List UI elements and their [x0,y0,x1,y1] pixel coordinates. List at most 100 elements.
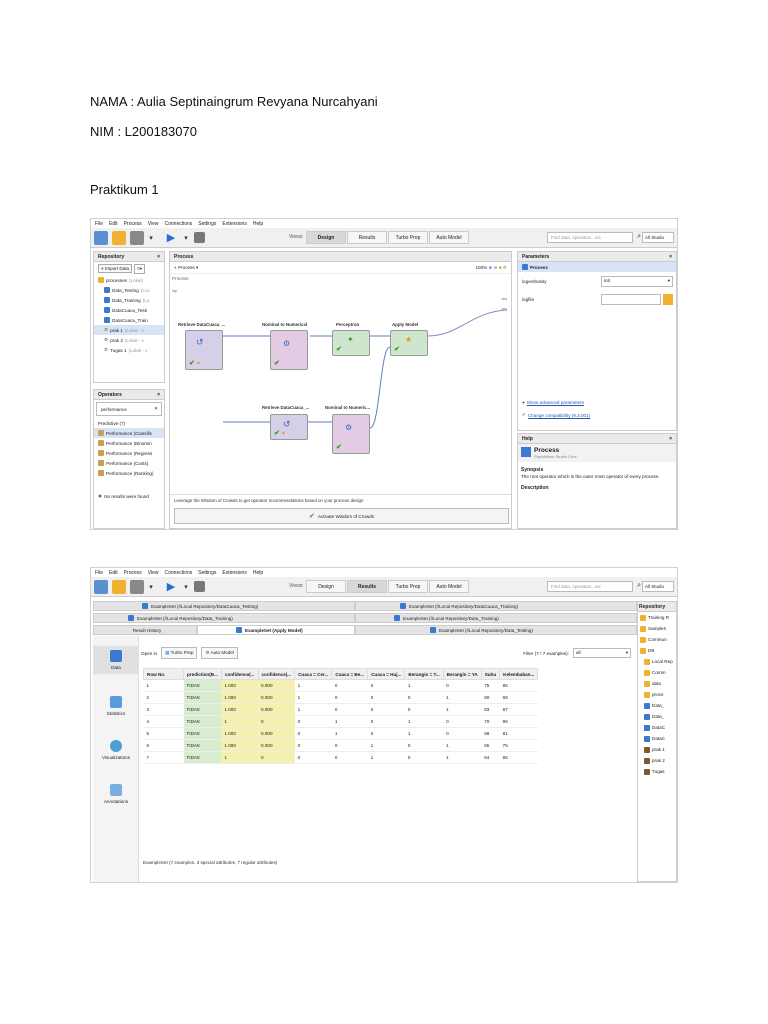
stop-icon[interactable] [194,581,205,592]
repo-item[interactable]: DataCuaca_Testi [94,305,164,315]
search-icon[interactable]: ⌕ [637,233,641,241]
chevron-down-icon[interactable]: ▾ [182,231,190,245]
repo-item[interactable]: prak 2 [638,755,676,766]
column-header[interactable]: Kelembaban... [499,668,539,680]
repo-item[interactable]: Comm [638,667,676,678]
tab-auto-model[interactable]: Auto Model [429,580,469,593]
operator-search-input[interactable]: performance ✕ [96,402,162,416]
result-tab[interactable]: ExampleSet (//Local Repository/Data_Trai… [93,613,355,623]
table-row[interactable]: 7 TIDAK 1 0 0 0 1 0 1 64 65 [143,751,538,764]
result-tab[interactable]: ExampleSet (//Local Repository/DataCuaca… [93,601,355,611]
table-row[interactable]: 6 TIDAK 1.000 0.000 0 0 1 0 1 65 75 [143,739,538,752]
column-header[interactable]: prediction(B... [183,668,222,680]
menu-settings[interactable]: Settings [198,570,216,576]
menu-settings[interactable]: Settings [198,221,216,227]
column-header[interactable]: confidence(... [257,668,296,680]
new-process-icon[interactable] [94,579,108,594]
save-icon[interactable] [130,230,144,245]
turbo-prep-button[interactable]: ▦ Turbo Prep [161,647,198,659]
folder-icon[interactable] [663,293,673,305]
tab-results[interactable]: Results [347,580,387,593]
menu-file[interactable]: File [95,570,103,576]
apply-model-operator[interactable]: ★ ✔ [390,330,428,356]
open-folder-icon[interactable] [112,230,126,245]
repo-item[interactable]: Data_ [638,711,676,722]
repo-item[interactable]: Commun [638,634,676,645]
repo-item[interactable]: proce [638,689,676,700]
repo-item[interactable]: ⚙ Tugas 1 (Lokal - v [94,345,164,355]
global-search-input[interactable]: Find data, operators...etc [547,232,633,243]
repo-item[interactable]: Data_Training (Lo [94,295,164,305]
column-header[interactable]: Cuaca = Cer... [294,668,333,680]
close-icon[interactable]: × [669,436,672,442]
logverbosity-select[interactable]: init ▾ [601,275,673,287]
repo-item[interactable]: ⚙ prak 1 (Lokal - v [94,325,164,335]
repo-item[interactable]: Local Rep [638,656,676,667]
clear-icon[interactable]: ✕ [154,406,158,412]
repo-item[interactable]: prak 1 [638,744,676,755]
repo-item[interactable]: DataC [638,733,676,744]
menu-process[interactable]: Process [124,221,142,227]
repo-item[interactable]: Tugas [638,766,676,777]
tab-design[interactable]: Design [306,580,346,593]
tab-turbo-prep[interactable]: Turbo Prep [388,231,428,244]
column-header[interactable]: Suhu [480,668,501,680]
menu-connections[interactable]: Connections [165,570,193,576]
operator-item[interactable]: Performance (Ranking) [94,468,164,478]
column-header[interactable]: Row No. [143,668,184,680]
retrieve-operator[interactable]: ↺ ✔ ▲ [185,330,223,370]
close-icon[interactable]: × [669,254,672,260]
operator-group[interactable]: Predictive (7) [94,418,164,428]
operator-item[interactable]: Performance (Classific [94,428,164,438]
menu-process[interactable]: Process [124,570,142,576]
studio-selector[interactable]: All Studio [642,232,674,243]
show-advanced-link[interactable]: ● Show advanced parameters [518,397,584,407]
repo-item[interactable]: processes (Lokal) [94,275,164,285]
operator-item[interactable]: Performance (Regress [94,448,164,458]
activate-wisdom-button[interactable]: ✔ Activate Wisdom of Crowds [174,508,509,524]
table-row[interactable]: 1 TIDAK 1.000 0.000 1 0 0 1 0 75 85 [143,679,538,692]
result-tab[interactable]: ExampleSet (//Local Repository/Data_Trai… [355,613,637,623]
repo-item[interactable]: Data_ [638,700,676,711]
menu-help[interactable]: Help [253,570,263,576]
repo-item[interactable]: data [638,678,676,689]
table-row[interactable]: 5 TIDAK 1.000 0.000 0 1 0 1 0 68 81 [143,727,538,740]
tab-design[interactable]: Design [306,231,346,244]
view-statistics-button[interactable]: Statistics [93,696,139,716]
column-header[interactable]: Cuaca = Be... [331,668,369,680]
view-visualizations-button[interactable]: Visualizations [93,740,139,760]
menu-file[interactable]: File [95,221,103,227]
menu-view[interactable]: View [148,221,159,227]
tab-results[interactable]: Results [347,231,387,244]
operator-item[interactable]: Performance (Costs) [94,458,164,468]
repo-item[interactable]: Data_Testing (Loc [94,285,164,295]
menu-extensions[interactable]: Extensions [222,221,246,227]
import-data-button[interactable]: ● Import Data [98,264,133,273]
table-row[interactable]: 3 TIDAK 1.000 0.000 1 0 0 0 1 83 87 [143,703,538,716]
retrieve-operator[interactable]: ↺ ✔ ▲ [270,414,308,440]
view-annotations-button[interactable]: Annotations [93,784,139,804]
repo-item[interactable]: DataCuaca_Train [94,315,164,325]
column-header[interactable]: confidence(... [220,668,259,680]
tab-auto-model[interactable]: Auto Model [429,231,469,244]
menu-view[interactable]: View [148,570,159,576]
menu-edit[interactable]: Edit [109,570,118,576]
table-row[interactable]: 2 TIDAK 1.000 0.000 1 0 0 0 1 80 68 [143,691,538,704]
studio-selector[interactable]: All Studio [642,581,674,592]
chevron-down-icon[interactable]: ▾ [182,580,190,594]
stop-icon[interactable] [194,232,205,243]
menu-connections[interactable]: Connections [165,221,193,227]
close-icon[interactable]: × [157,392,160,398]
filter-select[interactable]: all ▾ [573,648,631,658]
tab-turbo-prep[interactable]: Turbo Prep [388,580,428,593]
chevron-down-icon[interactable]: ▾ [148,231,154,245]
save-icon[interactable] [130,579,144,594]
column-header[interactable]: Berangin = YA [442,668,482,680]
result-tab[interactable]: ExampleSet (//Local Repository/DataCuaca… [355,601,637,611]
repo-item[interactable]: DB [638,645,676,656]
menu-extensions[interactable]: Extensions [222,570,246,576]
result-tab-active[interactable]: ExampleSet (Apply Model) [197,625,355,635]
repo-item[interactable]: ⚙ prak 2 (Lokal - v [94,335,164,345]
operator-item[interactable]: Performance (Binomin [94,438,164,448]
menu-edit[interactable]: Edit [109,221,118,227]
